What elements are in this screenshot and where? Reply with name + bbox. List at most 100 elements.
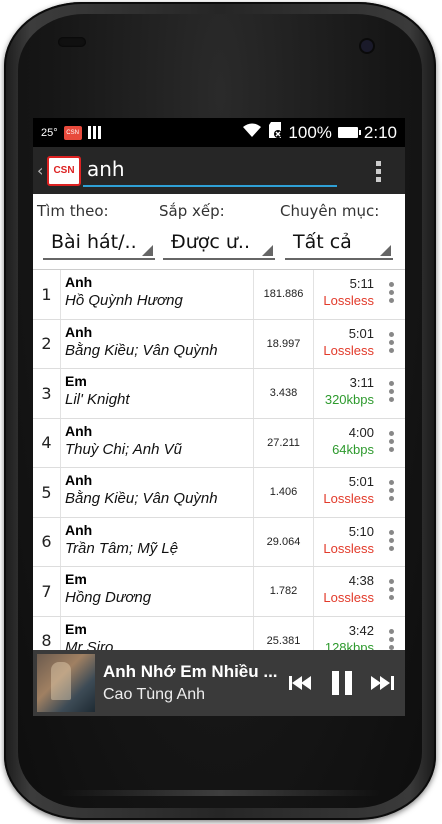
song-artist: Bằng Kiều; Vân Quỳnh [65, 490, 218, 507]
search-by-dropdown[interactable]: Bài hát/.. [43, 228, 155, 260]
song-meta: 4:38 Lossless [314, 567, 378, 616]
song-index: 5 [33, 468, 61, 517]
battery-percent: 100% [288, 122, 332, 142]
overflow-menu-icon[interactable] [376, 161, 381, 182]
song-meta: 5:01 Lossless [314, 320, 378, 369]
next-icon[interactable] [371, 675, 395, 691]
earpiece [58, 37, 86, 47]
sort-dropdown[interactable]: Được ư.. [163, 228, 275, 260]
song-info: Anh Thuỳ Chi; Anh Vũ [61, 418, 254, 467]
play-count: 1.782 [254, 567, 314, 616]
song-meta: 4:00 64kbps [314, 419, 378, 468]
song-meta: 5:11 Lossless [314, 270, 378, 319]
song-quality: Lossless [323, 540, 374, 556]
more-options-icon[interactable] [378, 270, 404, 319]
song-info: Anh Bằng Kiều; Vân Quỳnh [61, 319, 254, 368]
more-options-icon[interactable] [378, 369, 404, 418]
category-label: Chuyên mục: [280, 202, 380, 220]
song-duration: 5:01 [348, 325, 374, 341]
temperature-text: 25° [41, 126, 58, 139]
category-dropdown[interactable]: Tất cả [285, 228, 393, 260]
song-title: Anh [65, 274, 93, 290]
battery-icon [337, 127, 361, 138]
now-playing-bar[interactable]: Anh Nhớ Em Nhiều ... Cao Tùng Anh [33, 650, 405, 716]
song-list: 1 Anh Hồ Quỳnh Hương 181.886 5:11 Lossle… [33, 270, 405, 666]
song-row[interactable]: 2 Anh Bằng Kiều; Vân Quỳnh 18.997 5:01 L… [33, 319, 405, 369]
search-box[interactable] [83, 153, 337, 187]
song-title: Anh [65, 472, 93, 488]
song-row[interactable]: 7 Em Hồng Dương 1.782 4:38 Lossless [33, 567, 405, 617]
song-artist: Lil' Knight [65, 391, 130, 408]
song-quality: 320kbps [324, 392, 374, 407]
song-index: 3 [33, 369, 61, 418]
more-options-icon[interactable] [378, 320, 404, 369]
sd-card-icon [268, 121, 283, 144]
now-playing-artist: Cao Tùng Anh [103, 686, 206, 703]
song-info: Anh Bằng Kiều; Vân Quỳnh [61, 468, 254, 517]
song-artist: Bằng Kiều; Vân Quỳnh [65, 341, 218, 359]
csn-notification-icon: CSN [63, 125, 82, 140]
song-quality: Lossless [323, 342, 374, 358]
song-duration: 3:11 [349, 375, 374, 390]
play-count: 3.438 [254, 369, 314, 418]
play-count: 181.886 [254, 270, 314, 319]
more-options-icon[interactable] [378, 567, 404, 616]
back-chevron-icon[interactable]: ‹ [37, 161, 47, 180]
more-options-icon[interactable] [378, 419, 404, 468]
filter-bar: Tìm theo: Sắp xếp: Chuyên mục: Bài hát/.… [33, 194, 405, 270]
song-quality: Lossless [323, 293, 374, 308]
play-count: 1.406 [254, 468, 314, 517]
song-title: Anh [65, 422, 93, 439]
album-art[interactable] [37, 654, 95, 712]
play-count: 27.211 [254, 418, 314, 467]
barcode-notification-icon [87, 126, 101, 139]
play-count: 29.064 [254, 517, 314, 566]
sort-label: Sắp xếp: [159, 202, 225, 220]
previous-icon[interactable] [289, 675, 313, 691]
search-by-label: Tìm theo: [37, 202, 109, 220]
sort-value: Được ư.. [171, 231, 250, 253]
song-title: Em [65, 620, 87, 637]
song-title: Anh [65, 521, 93, 538]
song-index: 1 [33, 270, 61, 319]
more-options-icon[interactable] [378, 468, 404, 517]
song-meta: 5:10 Lossless [314, 518, 378, 567]
pause-icon[interactable] [331, 670, 353, 696]
song-quality: Lossless [323, 590, 374, 605]
song-index: 2 [33, 319, 61, 368]
song-row[interactable]: 1 Anh Hồ Quỳnh Hương 181.886 5:11 Lossle… [33, 270, 405, 320]
song-title: Anh [65, 323, 93, 340]
front-camera [361, 40, 373, 52]
song-index: 4 [33, 418, 61, 467]
song-info: Em Lil' Knight [61, 369, 254, 418]
song-index: 7 [33, 567, 61, 616]
song-artist: Thuỳ Chi; Anh Vũ [65, 440, 183, 458]
song-artist: Hồ Quỳnh Hương [65, 292, 183, 309]
phone-bottom-highlight [60, 790, 380, 796]
song-row[interactable]: 4 Anh Thuỳ Chi; Anh Vũ 27.211 4:00 64kbp… [33, 418, 405, 468]
song-duration: 3:42 [348, 622, 374, 638]
more-options-icon[interactable] [378, 518, 404, 567]
song-row[interactable]: 5 Anh Bằng Kiều; Vân Quỳnh 1.406 5:01 Lo… [33, 468, 405, 518]
action-bar: ‹ CSN [33, 147, 405, 194]
song-quality: Lossless [323, 491, 374, 506]
song-row[interactable]: 6 Anh Trần Tâm; Mỹ Lệ 29.064 5:10 Lossle… [33, 517, 405, 567]
now-playing-title: Anh Nhớ Em Nhiều ... [103, 662, 278, 681]
search-by-value: Bài hát/.. [51, 231, 137, 253]
song-duration: 4:38 [348, 573, 374, 588]
search-input[interactable] [83, 153, 337, 185]
category-value: Tất cả [293, 231, 352, 253]
song-meta: 5:01 Lossless [314, 468, 378, 517]
song-index: 6 [33, 517, 61, 566]
song-artist: Trần Tâm; Mỹ Lệ [65, 539, 179, 557]
app-screen: 25° CSN 100% 2:10 ‹ CSN Tìm theo: Sắp xế… [33, 118, 405, 716]
app-logo[interactable]: CSN [47, 155, 81, 186]
song-row[interactable]: 3 Em Lil' Knight 3.438 3:11 320kbps [33, 369, 405, 419]
song-info: Em Hồng Dương [61, 567, 254, 616]
song-title: Em [65, 373, 87, 389]
wifi-icon [242, 122, 262, 143]
song-duration: 5:10 [348, 523, 374, 539]
song-duration: 5:01 [348, 474, 374, 489]
song-quality: 64kbps [332, 441, 374, 457]
song-meta: 3:11 320kbps [314, 369, 378, 418]
